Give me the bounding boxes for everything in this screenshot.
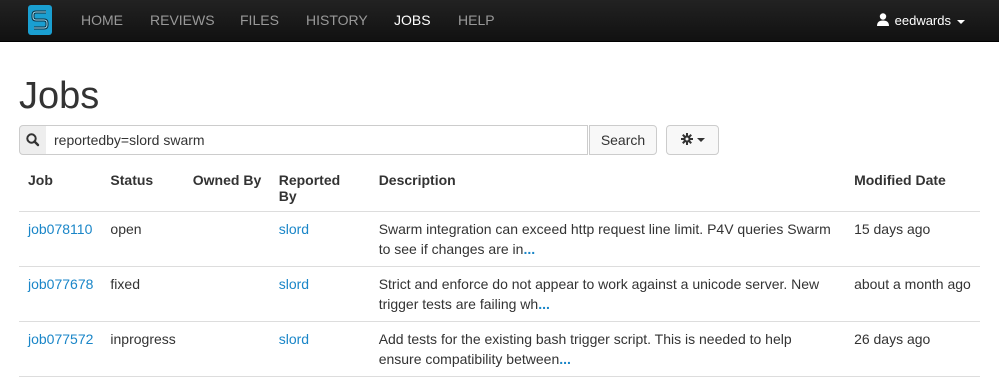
gear-icon <box>680 132 693 148</box>
job-description: Add tests for the existing bash trigger … <box>369 321 846 377</box>
reporter-link[interactable]: slord <box>279 331 309 347</box>
more-link[interactable]: ... <box>523 241 535 257</box>
job-status: open <box>101 211 184 267</box>
column-header-job[interactable]: Job <box>19 164 101 212</box>
column-header-owned-by[interactable]: Owned By <box>184 164 270 212</box>
chevron-down-icon <box>957 19 965 24</box>
job-link[interactable]: job077678 <box>28 276 93 292</box>
job-description: Swarm integration can exceed http reques… <box>369 211 846 267</box>
page-title: Jobs <box>19 75 100 117</box>
search-button[interactable]: Search <box>589 125 657 155</box>
more-link[interactable]: ... <box>538 296 550 312</box>
nav-home[interactable]: HOME <box>81 0 123 41</box>
job-modified-date: 26 days ago <box>845 321 980 377</box>
description-text: Strict and enforce do not appear to work… <box>378 276 820 312</box>
chevron-down-icon <box>696 138 705 143</box>
job-owned-by <box>183 211 270 267</box>
swarm-logo-icon[interactable] <box>28 5 52 35</box>
job-modified-date: about a month ago <box>845 266 980 322</box>
job-description: Strict and enforce do not appear to work… <box>369 266 846 322</box>
table-row[interactable]: job077678 fixed slord Strict and enforce… <box>19 266 980 322</box>
more-link[interactable]: ... <box>559 351 571 367</box>
column-header-description[interactable]: Description <box>370 164 845 212</box>
jobs-table: Job Status Owned By Reported By Descript… <box>19 164 980 377</box>
column-header-modified-date[interactable]: Modified Date <box>845 164 980 212</box>
table-row[interactable]: job077572 inprogress slord Add tests for… <box>19 321 980 377</box>
nav-jobs[interactable]: JOBS <box>394 0 431 41</box>
table-row[interactable]: job078110 open slord Swarm integration c… <box>19 211 980 267</box>
job-link[interactable]: job078110 <box>28 221 92 237</box>
search-input[interactable] <box>46 125 588 155</box>
reporter-link[interactable]: slord <box>279 221 309 237</box>
job-owned-by <box>183 321 270 377</box>
description-text: Add tests for the existing bash trigger … <box>378 331 792 367</box>
table-header-row: Job Status Owned By Reported By Descript… <box>19 164 980 212</box>
description-text: Swarm integration can exceed http reques… <box>378 221 831 257</box>
user-icon <box>876 1 889 42</box>
job-owned-by <box>183 266 270 322</box>
column-header-status[interactable]: Status <box>101 164 183 212</box>
job-status: fixed <box>101 266 184 322</box>
reporter-link[interactable]: slord <box>279 276 309 292</box>
options-dropdown-button[interactable] <box>666 125 719 155</box>
search-icon <box>19 125 47 155</box>
job-status: inprogress <box>101 321 184 377</box>
nav-history[interactable]: HISTORY <box>306 0 368 41</box>
job-modified-date: 15 days ago <box>845 211 980 267</box>
nav-reviews[interactable]: REVIEWS <box>150 0 215 41</box>
job-link[interactable]: job077572 <box>28 331 93 347</box>
user-menu[interactable]: eedwards <box>876 0 965 42</box>
nav-files[interactable]: FILES <box>240 0 279 41</box>
top-navbar: HOME REVIEWS FILES HISTORY JOBS HELP eed… <box>0 0 999 42</box>
user-name: eedwards <box>894 13 951 28</box>
nav-help[interactable]: HELP <box>458 0 495 41</box>
column-header-reported-by[interactable]: Reported By <box>270 164 370 212</box>
